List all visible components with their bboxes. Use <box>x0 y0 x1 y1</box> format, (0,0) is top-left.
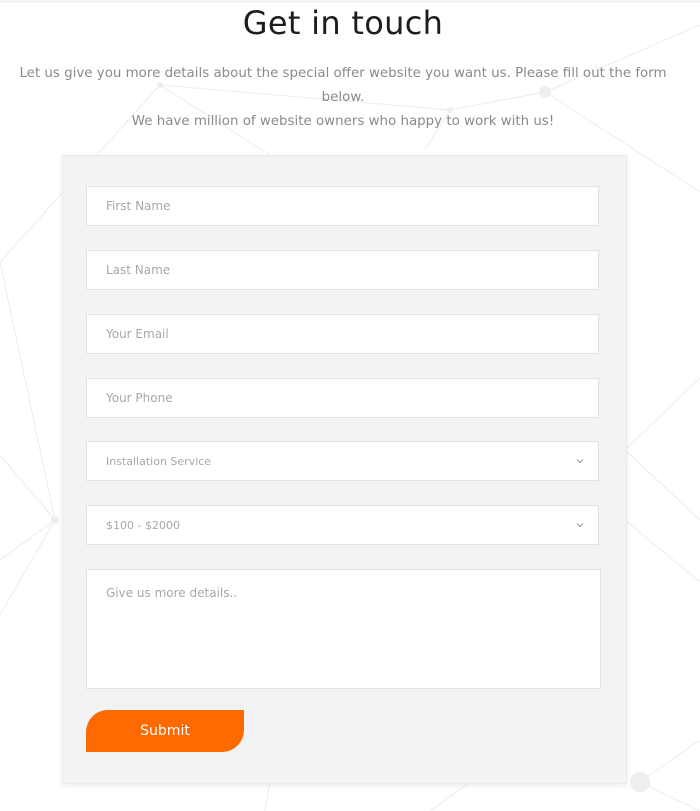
first-name-input[interactable]: First Name <box>86 186 599 226</box>
last-name-placeholder: Last Name <box>106 263 171 277</box>
phone-input[interactable]: Your Phone <box>86 378 599 418</box>
details-placeholder: Give us more details.. <box>106 586 238 600</box>
last-name-input[interactable]: Last Name <box>86 250 599 290</box>
contact-form-card: First Name Last Name Your Email Your Pho… <box>62 155 627 784</box>
top-strip <box>0 0 700 3</box>
budget-select[interactable]: $100 - $2000 <box>86 505 599 545</box>
subtitle-line-2: We have million of website owners who ha… <box>131 114 555 129</box>
chevron-down-icon <box>576 523 584 528</box>
chevron-down-icon <box>576 459 584 464</box>
details-textarea[interactable]: Give us more details.. <box>86 569 601 689</box>
service-selected-value: Installation Service <box>106 455 212 468</box>
phone-placeholder: Your Phone <box>106 391 173 405</box>
page-subtitle: Let us give you more details about the s… <box>14 62 672 134</box>
first-name-placeholder: First Name <box>106 199 171 213</box>
subtitle-line-1: Let us give you more details about the s… <box>19 66 667 105</box>
email-input[interactable]: Your Email <box>86 314 599 354</box>
service-select[interactable]: Installation Service <box>86 441 599 481</box>
submit-button[interactable]: Submit <box>86 710 244 752</box>
budget-selected-value: $100 - $2000 <box>106 519 180 532</box>
page-title: Get in touch <box>242 4 444 42</box>
email-placeholder: Your Email <box>106 327 169 341</box>
